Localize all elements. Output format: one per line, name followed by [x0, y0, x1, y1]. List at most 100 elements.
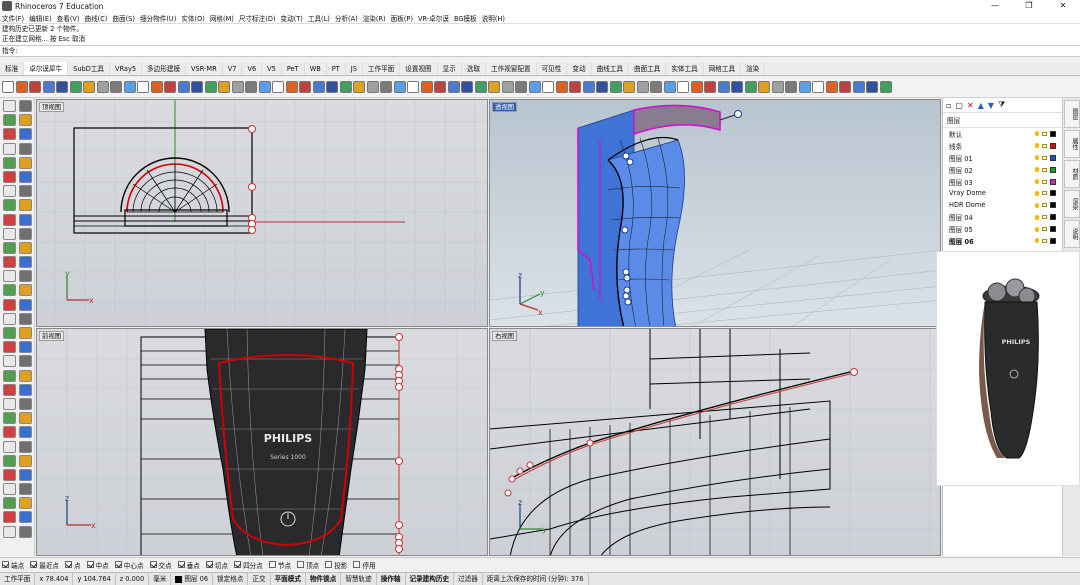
toolbar-tool-icon[interactable] [447, 81, 460, 93]
menu-bg-template[interactable]: BG模板 [454, 13, 477, 23]
visibility-bulb-icon[interactable] [1035, 226, 1039, 232]
visibility-bulb-icon[interactable] [1035, 179, 1039, 184]
toolbar-tool-icon[interactable] [299, 81, 311, 93]
viewport-label[interactable]: 透视图 [492, 102, 518, 112]
left-tool-icon[interactable] [19, 312, 32, 325]
toolbar-tool-icon[interactable] [434, 81, 446, 93]
toolbar-tab[interactable]: 网格工具 [704, 62, 742, 75]
toolbar-tab[interactable]: 变动 [567, 62, 592, 75]
toolbar-tool-icon[interactable] [744, 81, 757, 93]
viewport-label[interactable]: 右视图 [492, 331, 518, 341]
layer-row[interactable]: Vray Dome [943, 187, 1062, 199]
toolbar-tool-icon[interactable] [56, 81, 68, 93]
minimize-button[interactable]: — [978, 0, 1012, 12]
menu-file[interactable]: 文件(F) [2, 13, 24, 23]
left-tool-icon[interactable] [19, 327, 32, 339]
toolbar-tool-icon[interactable] [488, 81, 500, 93]
toolbar-tool-icon[interactable] [771, 81, 784, 93]
toolbar-tool-icon[interactable] [326, 81, 338, 93]
toolbar-tool-icon[interactable] [177, 81, 190, 93]
left-tool-icon[interactable] [19, 298, 32, 311]
osnap-checkbox[interactable] [268, 561, 276, 568]
left-tool-icon[interactable] [3, 511, 16, 524]
left-tool-icon[interactable] [3, 284, 16, 297]
toolbar-tool-icon[interactable] [636, 81, 649, 93]
toolbar-tab[interactable]: 标准 [0, 62, 25, 75]
toggle-ortho[interactable]: 正交 [248, 573, 271, 585]
toolbar-tool-icon[interactable] [474, 81, 487, 93]
left-tool-icon[interactable] [3, 114, 16, 127]
left-tool-icon[interactable] [19, 525, 32, 538]
toggle-filter[interactable]: 过滤器 [454, 573, 483, 585]
layer-color-swatch[interactable] [1050, 214, 1056, 221]
toolbar-tab[interactable]: WB [305, 62, 327, 75]
layer-color-swatch[interactable] [1050, 178, 1056, 185]
lock-icon[interactable] [1042, 191, 1047, 196]
toggle-osnap[interactable]: 物件锁点 [306, 573, 342, 585]
toolbar-tab[interactable]: V7 [223, 62, 243, 75]
toolbar-tool-icon[interactable] [852, 81, 865, 93]
left-tool-icon[interactable] [3, 327, 16, 339]
visibility-bulb-icon[interactable] [1035, 202, 1039, 208]
osnap-checkbox[interactable] [234, 561, 242, 568]
left-tool-icon[interactable] [3, 128, 16, 141]
toolbar-tool-icon[interactable] [96, 81, 109, 93]
osnap-option[interactable]: 点 [64, 560, 81, 570]
menu-subd[interactable]: 细分物件(U) [140, 13, 176, 23]
toolbar-tool-icon[interactable] [29, 81, 41, 93]
osnap-option[interactable]: 投影 [325, 560, 347, 570]
toolbar-tab[interactable]: PeT [282, 62, 305, 75]
osnap-option[interactable]: 最近点 [30, 560, 59, 570]
toolbar-tool-icon[interactable] [812, 81, 824, 93]
menu-solid[interactable]: 实体(O) [181, 13, 205, 23]
lock-icon[interactable] [1042, 238, 1047, 243]
left-tool-icon[interactable] [19, 128, 32, 141]
layer-row[interactable]: HDR Dome [943, 199, 1062, 211]
toolbar-tool-icon[interactable] [110, 81, 122, 93]
osnap-option[interactable]: 中点 [86, 560, 109, 570]
new-document-icon[interactable]: ▫ [946, 101, 951, 110]
left-tool-icon[interactable] [19, 397, 32, 410]
layer-color-swatch[interactable] [1050, 226, 1056, 233]
lock-icon[interactable] [1042, 143, 1047, 148]
left-tool-icon[interactable] [3, 156, 16, 169]
toolbar-tool-icon[interactable] [123, 81, 136, 93]
layer-color-swatch[interactable] [1050, 237, 1056, 244]
toolbar-tool-icon[interactable] [690, 81, 703, 93]
toggle-gumball[interactable]: 操作轴 [377, 573, 406, 585]
lock-icon[interactable] [1042, 179, 1047, 184]
filter-icon[interactable]: ⧩ [998, 100, 1005, 110]
toolbar-tool-icon[interactable] [42, 81, 55, 93]
toolbar-tool-icon[interactable] [2, 81, 14, 93]
left-tool-icon[interactable] [3, 256, 16, 269]
toolbar-tool-icon[interactable] [825, 81, 838, 93]
left-tool-icon[interactable] [19, 383, 32, 396]
toolbar-tab[interactable]: 显示 [438, 62, 462, 75]
left-tool-icon[interactable] [19, 270, 32, 283]
left-tool-icon[interactable] [19, 213, 32, 226]
command-prompt-input[interactable]: 指令: [0, 45, 1080, 57]
layer-color-swatch[interactable] [1050, 130, 1056, 137]
toolbar-tool-icon[interactable] [191, 81, 203, 93]
layer-color-swatch[interactable] [1050, 166, 1056, 173]
left-tool-icon[interactable] [3, 170, 16, 183]
osnap-option[interactable]: 顶点 [297, 560, 319, 570]
toolbar-tab[interactable]: 卓尔谟犀牛 [24, 62, 69, 75]
left-tool-icon[interactable] [3, 312, 16, 325]
current-layer-status[interactable]: 图层 06 [171, 573, 214, 585]
osnap-checkbox[interactable] [297, 561, 305, 568]
left-tool-icon[interactable] [3, 185, 16, 198]
toolbar-tool-icon[interactable] [569, 81, 581, 93]
toolbar-tool-icon[interactable] [555, 81, 568, 93]
toolbar-tool-icon[interactable] [245, 81, 257, 93]
osnap-option[interactable]: 交点 [149, 560, 172, 570]
side-panel-tab[interactable]: 渲染 [1064, 190, 1080, 218]
left-tool-icon[interactable] [3, 241, 16, 254]
toolbar-tool-icon[interactable] [150, 81, 163, 93]
left-tool-icon[interactable] [3, 440, 16, 453]
toolbar-tab[interactable]: 选取 [462, 62, 487, 75]
layer-color-swatch[interactable] [1050, 190, 1056, 197]
osnap-checkbox[interactable] [114, 561, 122, 568]
viewport-top[interactable]: 顶视图 y x [36, 99, 488, 327]
osnap-checkbox[interactable] [64, 561, 72, 568]
